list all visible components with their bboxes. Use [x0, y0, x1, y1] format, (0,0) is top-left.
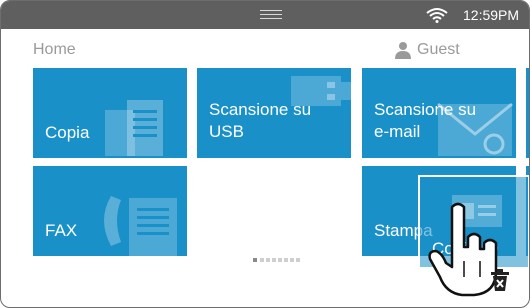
tile-label: Copia [45, 123, 90, 142]
page-dot [272, 258, 276, 262]
page-dot [266, 258, 270, 262]
tile-copia[interactable]: Copia [33, 68, 187, 158]
copy-documents-icon [105, 100, 163, 156]
page-indicator [253, 258, 303, 262]
wifi-icon [426, 8, 448, 23]
page-dot [284, 258, 288, 262]
tile-label: Scansione su USB [209, 100, 312, 141]
page-dot [296, 258, 300, 262]
tile-offscreen[interactable] [526, 68, 529, 158]
device-screen: 12:59PM Home Guest Copia Scansione su US… [0, 0, 530, 308]
tile-label: FAX [45, 221, 78, 240]
page-dot [278, 258, 282, 262]
page-dot [290, 258, 294, 262]
tile-fax[interactable]: FAX [33, 166, 187, 256]
tile-scan-email[interactable]: Scansione su e-mail [362, 68, 516, 158]
drag-handle-icon[interactable] [260, 10, 282, 20]
page-title: Home [33, 41, 76, 58]
status-bar: 12:59PM [1, 1, 529, 29]
person-icon [395, 42, 411, 59]
fax-icon [104, 196, 177, 256]
tile-label: Scansione su e-mail [374, 100, 477, 141]
page-dot [253, 258, 257, 262]
page-dot [260, 258, 264, 262]
tile-scan-usb[interactable]: Scansione su USB [197, 68, 351, 158]
user-name: Guest [417, 41, 460, 58]
trash-icon[interactable] [489, 268, 511, 292]
clock: 12:59PM [463, 7, 520, 23]
